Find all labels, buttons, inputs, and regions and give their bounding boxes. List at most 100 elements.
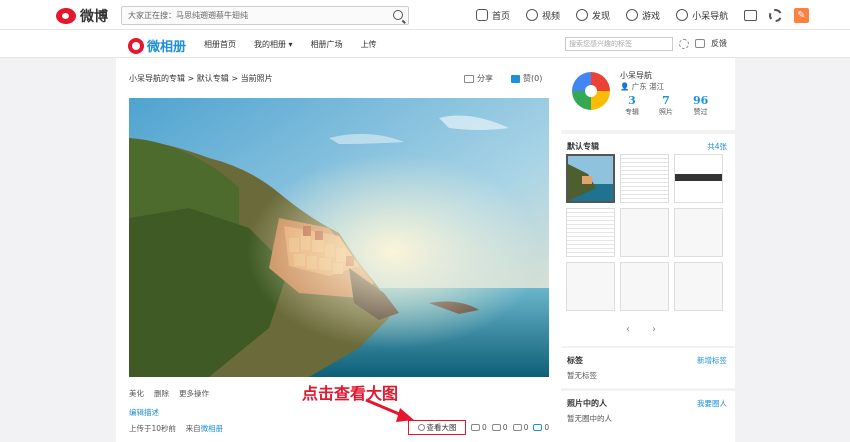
location-pin-icon: 👤 bbox=[620, 82, 630, 91]
next-arrow-icon[interactable]: › bbox=[652, 324, 656, 335]
top-right-icons: ✎ bbox=[744, 8, 809, 23]
global-search bbox=[121, 6, 409, 25]
weibo-logo[interactable]: 微博 bbox=[56, 6, 108, 26]
share-icon bbox=[464, 74, 474, 83]
beautify-button[interactable]: 美化 bbox=[129, 388, 144, 399]
views-stat: 0 bbox=[471, 423, 487, 432]
album-logo-text: 微相册 bbox=[147, 40, 187, 55]
photo-tools: 美化 删除 更多操作 bbox=[129, 388, 209, 399]
comment-icon bbox=[512, 424, 522, 431]
album-count[interactable]: 共4张 bbox=[707, 141, 727, 152]
thumbnail[interactable] bbox=[566, 208, 615, 257]
nav-games[interactable]: 游戏 bbox=[626, 9, 660, 22]
tags-box: 标签 新增标签 暂无标签 bbox=[560, 348, 735, 388]
thumbnail[interactable] bbox=[620, 154, 669, 203]
weibo-logo-text: 微博 bbox=[80, 9, 108, 25]
forward-icon bbox=[491, 424, 501, 431]
thumbs-up-icon bbox=[533, 424, 543, 431]
search-icon[interactable] bbox=[393, 10, 403, 20]
nav-video[interactable]: 视频 bbox=[526, 9, 560, 22]
people-box: 照片中的人 我要圈人 暂无圈中的人 bbox=[560, 391, 735, 442]
top-bar: 微博 首页 视频 发现 游戏 小呆导航 ✎ bbox=[0, 0, 850, 30]
search-input[interactable] bbox=[122, 7, 382, 24]
upload-time: 上传于10秒前 bbox=[129, 424, 177, 433]
annotation-arrow-icon bbox=[365, 398, 414, 422]
gamepad-icon bbox=[626, 9, 639, 21]
like-button[interactable]: 赞(0) bbox=[511, 73, 542, 84]
share-bar: 分享 赞(0) bbox=[464, 73, 542, 84]
thumbnail[interactable] bbox=[674, 154, 723, 203]
photo-stats: 0 0 0 0 bbox=[471, 423, 549, 432]
thumbnail-empty bbox=[566, 262, 615, 311]
nav-home[interactable]: 首页 bbox=[476, 9, 510, 22]
settings-icon[interactable] bbox=[679, 38, 689, 49]
breadcrumb-album[interactable]: 默认专辑 bbox=[185, 74, 229, 83]
gear-icon[interactable] bbox=[769, 9, 782, 22]
feedback-icon bbox=[695, 39, 705, 48]
compass-icon bbox=[576, 9, 589, 21]
nav-upload[interactable]: 上传 bbox=[361, 39, 377, 50]
add-tag-link[interactable]: 新增标签 bbox=[697, 355, 727, 366]
upload-info: 上传于10秒前 来自微相册 bbox=[129, 423, 223, 434]
album-nav: 微相册 相册首页 我的相册 ▾ 相册广场 上传 搜索您感兴趣的标签 反馈 bbox=[0, 30, 850, 58]
photo-image[interactable] bbox=[129, 98, 549, 377]
weibo-eye-icon bbox=[56, 8, 76, 24]
breadcrumb-album-owner[interactable]: 小呆导航的专辑 bbox=[129, 74, 185, 83]
thumbnail-empty bbox=[620, 262, 669, 311]
coastal-village-photo bbox=[129, 98, 549, 377]
thumbs-up-icon bbox=[511, 74, 520, 83]
thumbnail-empty bbox=[620, 208, 669, 257]
camera-icon bbox=[128, 37, 144, 54]
eye-icon bbox=[471, 424, 480, 431]
likes-stat[interactable]: 96 赞过 bbox=[693, 94, 708, 117]
like-stat[interactable]: 0 bbox=[533, 423, 549, 432]
more-actions-button[interactable]: 更多操作 bbox=[179, 388, 209, 399]
album-logo[interactable]: 微相册 bbox=[128, 36, 186, 55]
mail-icon[interactable] bbox=[744, 10, 757, 21]
tag-search-input[interactable]: 搜索您感兴趣的标签 bbox=[565, 37, 673, 51]
profile-location: 👤 广东 湛江 bbox=[620, 82, 665, 91]
thumbnail[interactable] bbox=[566, 154, 615, 203]
thumbnail-empty bbox=[674, 262, 723, 311]
profile-stats: 3 专辑 7 照片 96 赞过 bbox=[625, 94, 708, 117]
photos-stat[interactable]: 7 照片 bbox=[659, 94, 673, 117]
feedback-link[interactable]: 反馈 bbox=[711, 38, 727, 49]
delete-button[interactable]: 删除 bbox=[154, 388, 169, 399]
side-panel: 小呆导航 👤 广东 湛江 3 专辑 7 照片 96 赞过 默认专辑 共4张 ‹ › bbox=[560, 58, 735, 442]
profile-name[interactable]: 小呆导航 bbox=[620, 70, 652, 81]
album-title: 默认专辑 bbox=[567, 142, 599, 151]
thumbnail-pager: ‹ › bbox=[626, 324, 656, 335]
forward-stat[interactable]: 0 bbox=[491, 423, 508, 432]
thumbnail-empty bbox=[674, 208, 723, 257]
album-thumbnails: 默认专辑 共4张 ‹ › bbox=[560, 134, 735, 346]
tags-empty: 暂无标签 bbox=[567, 371, 597, 380]
tag-people-link[interactable]: 我要圈人 bbox=[697, 398, 727, 409]
compose-icon[interactable]: ✎ bbox=[794, 8, 809, 23]
nav-discover[interactable]: 发现 bbox=[576, 9, 610, 22]
album-nav-right: 反馈 bbox=[679, 38, 727, 49]
top-nav: 首页 视频 发现 游戏 小呆导航 bbox=[476, 0, 744, 30]
edit-description-link[interactable]: 编辑描述 bbox=[129, 407, 159, 418]
breadcrumb-current: 当前照片 bbox=[229, 74, 273, 83]
people-title: 照片中的人 bbox=[567, 399, 607, 408]
profile-card: 小呆导航 👤 广东 湛江 3 专辑 7 照片 96 赞过 bbox=[560, 58, 735, 130]
nav-my-albums[interactable]: 我的相册 ▾ bbox=[254, 39, 293, 50]
prev-arrow-icon[interactable]: ‹ bbox=[626, 324, 630, 335]
album-nav-links: 相册首页 我的相册 ▾ 相册广场 上传 bbox=[204, 30, 377, 58]
nav-user[interactable]: 小呆导航 bbox=[676, 9, 728, 22]
share-button[interactable]: 分享 bbox=[464, 73, 493, 84]
from-source-link[interactable]: 微相册 bbox=[201, 424, 224, 433]
avatar[interactable] bbox=[572, 72, 610, 110]
from-label: 来自 bbox=[185, 424, 201, 433]
nav-album-square[interactable]: 相册广场 bbox=[311, 39, 343, 50]
user-icon bbox=[676, 9, 689, 21]
nav-album-home[interactable]: 相册首页 bbox=[204, 39, 236, 50]
thumbnail-grid bbox=[566, 154, 723, 311]
people-empty: 暂无圈中的人 bbox=[567, 414, 612, 423]
tags-title: 标签 bbox=[567, 356, 583, 365]
comment-stat[interactable]: 0 bbox=[512, 423, 528, 432]
albums-stat[interactable]: 3 专辑 bbox=[625, 94, 639, 117]
video-icon bbox=[526, 9, 539, 21]
breadcrumb: 小呆导航的专辑默认专辑当前照片 bbox=[129, 73, 273, 84]
home-icon bbox=[476, 9, 488, 21]
